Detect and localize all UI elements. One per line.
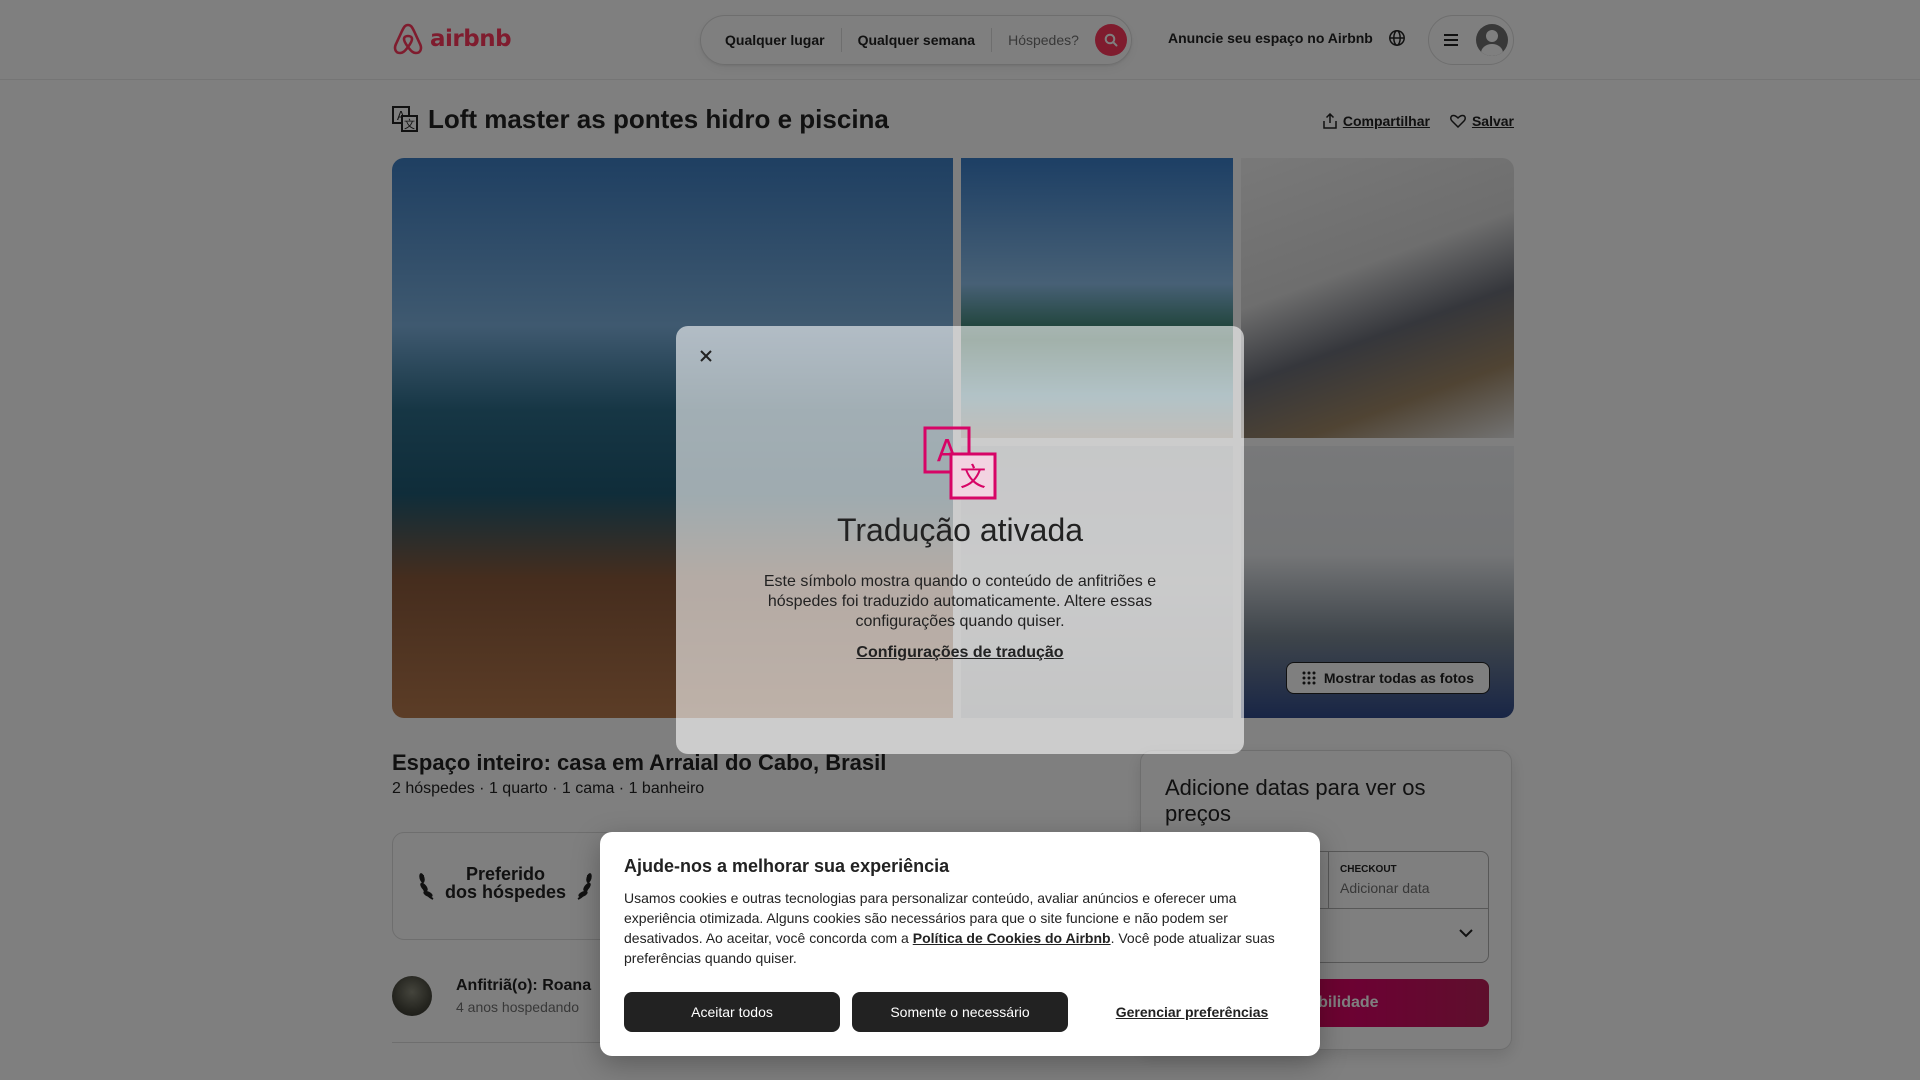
cookie-policy-link[interactable]: Política de Cookies do Airbnb	[913, 930, 1111, 946]
translation-settings-link[interactable]: Configurações de tradução	[676, 644, 1244, 662]
close-icon	[700, 350, 712, 362]
translation-modal: A 文 Tradução ativada Este símbolo mostra…	[676, 326, 1244, 754]
cookie-banner: Ajude-nos a melhorar sua experiência Usa…	[600, 832, 1320, 1056]
modal-text: Este símbolo mostra quando o conteúdo de…	[763, 573, 1157, 630]
modal-title: Tradução ativada	[836, 512, 1084, 548]
only-necessary-button[interactable]: Somente o necessário	[852, 992, 1068, 1032]
cookie-text: Usamos cookies e outras tecnologias para…	[624, 888, 1296, 968]
manage-preferences-button[interactable]: Gerenciar preferências	[1088, 992, 1296, 1032]
accept-all-button[interactable]: Aceitar todos	[624, 992, 840, 1032]
close-button[interactable]	[694, 344, 718, 368]
svg-text:文: 文	[960, 463, 986, 493]
translate-icon: A 文	[923, 426, 997, 500]
cookie-title: Ajude-nos a melhorar sua experiência	[624, 856, 950, 876]
